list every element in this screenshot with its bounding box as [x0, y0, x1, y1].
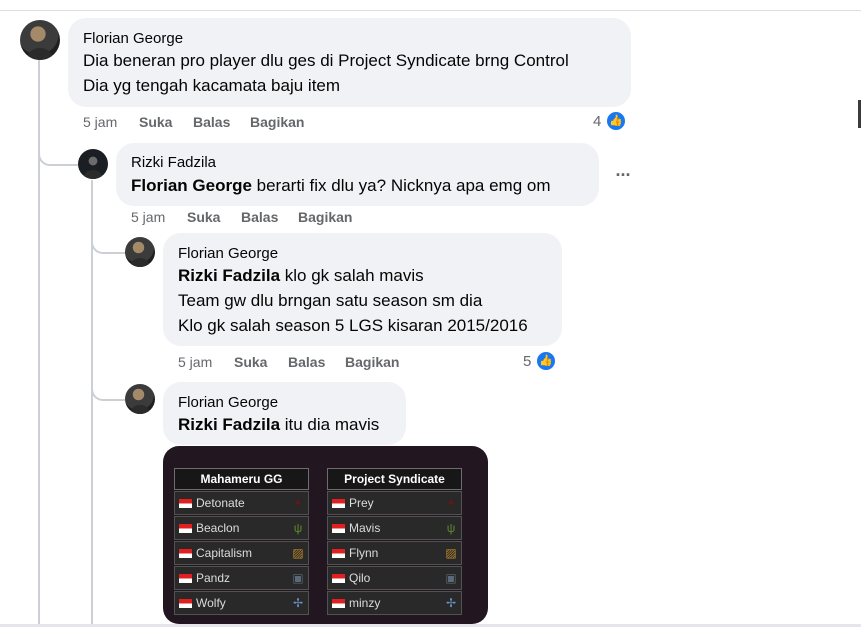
- player-row: Capitalism ▨: [174, 541, 309, 565]
- leaf-icon: ψ: [293, 521, 303, 535]
- comment-text: Dia beneran pro player dlu ges di Projec…: [83, 51, 569, 70]
- reply-button[interactable]: Balas: [241, 209, 278, 225]
- reply-button[interactable]: Balas: [288, 354, 325, 370]
- player-name: Wolfy: [196, 596, 226, 610]
- like-button[interactable]: Suka: [234, 354, 267, 370]
- comment-actions: 5 jam Suka Balas Bagikan: [131, 209, 431, 227]
- comment-text-body: berarti fix dlu ya? Nicknya apa emg om: [251, 176, 551, 195]
- avatar[interactable]: [20, 20, 60, 60]
- like-button[interactable]: Suka: [187, 209, 220, 225]
- jungle-icon: ✦: [292, 496, 304, 510]
- player-row: Mavis ψ: [327, 516, 462, 540]
- share-button[interactable]: Bagikan: [345, 354, 399, 370]
- player-row: Beaclon ψ: [174, 516, 309, 540]
- leaf-icon: ψ: [446, 521, 456, 535]
- comment-bubble: Florian George Rizki Fadzila itu dia mav…: [163, 382, 406, 445]
- comment-text: Rizki Fadzila itu dia mavis: [178, 415, 379, 435]
- player-name: Flynn: [349, 546, 379, 560]
- player-name: Beaclon: [196, 521, 240, 535]
- timestamp[interactable]: 5 jam: [178, 354, 212, 370]
- comment-author[interactable]: Rizki Fadzila: [131, 154, 216, 171]
- comment-text: Klo gk salah season 5 LGS kisaran 2015/2…: [178, 316, 528, 335]
- mention-link[interactable]: Rizki Fadzila: [178, 415, 280, 434]
- flag-icon: [179, 599, 192, 608]
- reply-button[interactable]: Balas: [193, 114, 230, 130]
- comment-text: Dia yg tengah kacamata baju item: [83, 76, 341, 95]
- like-reaction-icon: 👍: [535, 350, 557, 372]
- player-row: Detonate ✦: [174, 491, 309, 515]
- like-button[interactable]: Suka: [139, 114, 172, 130]
- player-name: Mavis: [349, 521, 381, 535]
- comment-bubble: Rizki Fadzila Florian George berarti fix…: [116, 143, 599, 206]
- support-icon: ✢: [292, 596, 304, 610]
- sword-icon: ▨: [292, 546, 304, 560]
- comment-author[interactable]: Florian George: [178, 394, 278, 411]
- like-reaction-icon: 👍: [605, 110, 627, 132]
- timestamp[interactable]: 5 jam: [83, 114, 117, 130]
- team-name: Mahameru GG: [174, 468, 309, 490]
- share-button[interactable]: Bagikan: [250, 114, 304, 130]
- player-row: Qilo ▣: [327, 566, 462, 590]
- player-name: Prey: [349, 496, 374, 510]
- sword-icon: ▨: [445, 546, 457, 560]
- support-icon: ✢: [445, 596, 457, 610]
- shield-icon: ▣: [292, 571, 304, 585]
- mention-link[interactable]: Rizki Fadzila: [178, 266, 280, 285]
- reaction-count: 5: [523, 353, 532, 370]
- player-name: Qilo: [349, 571, 371, 585]
- comment-actions: 5 jam Suka Balas Bagikan: [83, 114, 383, 132]
- avatar[interactable]: [78, 149, 108, 179]
- player-row: minzy ✢: [327, 591, 462, 615]
- flag-icon: [332, 524, 345, 533]
- player-name: Pandz: [196, 571, 231, 585]
- player-row: Flynn ▨: [327, 541, 462, 565]
- jungle-icon: ✦: [445, 496, 457, 510]
- shield-icon: ▣: [445, 571, 457, 585]
- comment-text: Rizki Fadzila klo gk salah mavis: [178, 266, 424, 286]
- team-panel: Project Syndicate Prey ✦ Mavis ψ Flynn ▨ Qi…: [327, 468, 462, 615]
- thread-connector: [91, 365, 125, 401]
- comment-bubble: Florian George Dia beneran pro player dl…: [68, 18, 631, 107]
- flag-icon: [179, 499, 192, 508]
- thread-connector: [38, 130, 78, 166]
- reaction-count: 4: [593, 113, 602, 130]
- flag-icon: [332, 499, 345, 508]
- flag-icon: [332, 574, 345, 583]
- player-row: Pandz ▣: [174, 566, 309, 590]
- player-row: Wolfy ✢: [174, 591, 309, 615]
- comment-text: Florian George berarti fix dlu ya? Nickn…: [131, 176, 551, 196]
- flag-icon: [332, 599, 345, 608]
- attached-image[interactable]: Mahameru GG Detonate ✦ Beaclon ψ Capitalis…: [163, 446, 488, 624]
- comment-text: Team gw dlu brngan satu season sm dia: [178, 291, 483, 310]
- team-name: Project Syndicate: [327, 468, 462, 490]
- reaction-summary[interactable]: 5 👍: [523, 350, 559, 372]
- team-panel: Mahameru GG Detonate ✦ Beaclon ψ Capitalis…: [174, 468, 309, 615]
- more-options-icon[interactable]: ...: [612, 161, 634, 184]
- player-name: Capitalism: [196, 546, 253, 560]
- share-button[interactable]: Bagikan: [298, 209, 352, 225]
- reaction-summary[interactable]: 4 👍: [593, 110, 629, 132]
- flag-icon: [179, 524, 192, 533]
- player-row: Prey ✦: [327, 491, 462, 515]
- avatar[interactable]: [125, 384, 155, 414]
- avatar[interactable]: [125, 237, 155, 267]
- comment-bubble: Florian George Rizki Fadzila klo gk sala…: [163, 233, 562, 346]
- flag-icon: [179, 574, 192, 583]
- comment-text-body: itu dia mavis: [280, 415, 380, 434]
- comment-actions: 5 jam Suka Balas Bagikan: [178, 354, 478, 372]
- top-divider: [0, 10, 861, 11]
- comment-author[interactable]: Florian George: [178, 245, 278, 262]
- mention-link[interactable]: Florian George: [131, 176, 252, 195]
- flag-icon: [332, 549, 345, 558]
- thread-connector: [91, 220, 125, 254]
- comment-author[interactable]: Florian George: [83, 30, 183, 47]
- player-name: minzy: [349, 596, 381, 610]
- flag-icon: [179, 549, 192, 558]
- player-name: Detonate: [196, 496, 245, 510]
- comment-text-body: klo gk salah mavis: [280, 266, 424, 285]
- timestamp[interactable]: 5 jam: [131, 209, 165, 225]
